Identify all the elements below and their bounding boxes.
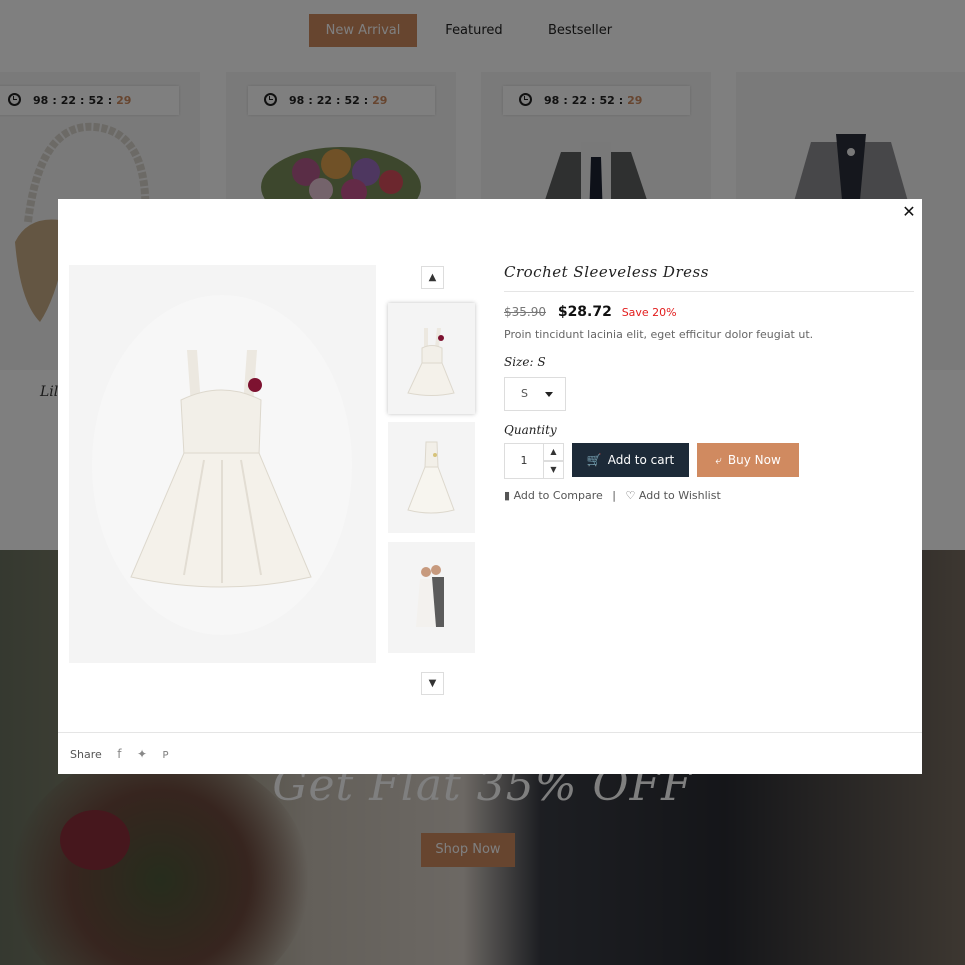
bar-chart-icon: ▮ — [504, 489, 511, 502]
buy-now-button[interactable]: ⤶ Buy Now — [697, 443, 799, 477]
twitter-icon[interactable]: ✦ — [137, 733, 147, 775]
product-actions: ▮ Add to Compare | ♡ Add to Wishlist — [504, 489, 914, 502]
close-icon[interactable]: ✕ — [902, 204, 916, 220]
quantity-input[interactable]: 1 — [504, 443, 544, 479]
product-info: Crochet Sleeveless Dress $35.90 $28.72 S… — [504, 263, 914, 502]
pinterest-icon[interactable]: ᴘ — [163, 733, 169, 775]
size-selected-value: S — [521, 387, 528, 400]
facebook-icon[interactable]: f — [117, 733, 121, 775]
current-price: $28.72 — [557, 304, 612, 320]
quantity-label: Quantity — [504, 423, 557, 437]
discount-badge: Save 20% — [621, 306, 677, 319]
wishlist-label: Add to Wishlist — [638, 489, 721, 502]
size-select[interactable]: S — [504, 377, 566, 411]
add-to-wishlist-link[interactable]: ♡ Add to Wishlist — [626, 489, 721, 502]
share-label: Share — [70, 748, 102, 761]
quantity-increase-button[interactable]: ▲ — [544, 443, 564, 461]
thumbnail-down-arrow[interactable]: ▼ — [421, 672, 444, 695]
size-label: Size: S — [504, 355, 546, 369]
price-row: $35.90 $28.72 Save 20% — [504, 304, 914, 320]
cart-icon: 🛒 — [586, 453, 602, 467]
main-product-image — [69, 265, 376, 663]
quantity-row: 1 ▲ ▼ 🛒 Add to cart ⤶ Buy Now — [504, 443, 914, 479]
compare-label: Add to Compare — [513, 489, 603, 502]
heart-icon: ♡ — [625, 489, 636, 502]
quick-view-modal: ✕ ▲ ▼ Crochet Sleeveless Dress $35.90 $2… — [58, 199, 922, 774]
add-to-compare-link[interactable]: ▮ Add to Compare — [504, 489, 603, 502]
add-to-cart-label: Add to cart — [607, 453, 675, 467]
old-price: $35.90 — [504, 305, 546, 319]
add-to-cart-button[interactable]: 🛒 Add to cart — [572, 443, 689, 477]
quantity-decrease-button[interactable]: ▼ — [544, 461, 564, 479]
buy-now-label: Buy Now — [727, 453, 781, 467]
thumbnail-couple[interactable] — [388, 542, 475, 653]
thumbnail-dress-front[interactable] — [388, 303, 475, 414]
caret-down-icon — [545, 392, 553, 397]
reply-arrow-icon: ⤶ — [715, 453, 722, 467]
thumbnail-dress-variant[interactable] — [388, 422, 475, 533]
product-description: Proin tincidunt lacinia elit, eget effic… — [504, 328, 814, 341]
link-separator: | — [612, 489, 617, 502]
product-title: Crochet Sleeveless Dress — [504, 263, 914, 292]
thumbnail-up-arrow[interactable]: ▲ — [421, 266, 444, 289]
share-footer: Share f ✦ ᴘ — [58, 732, 922, 774]
